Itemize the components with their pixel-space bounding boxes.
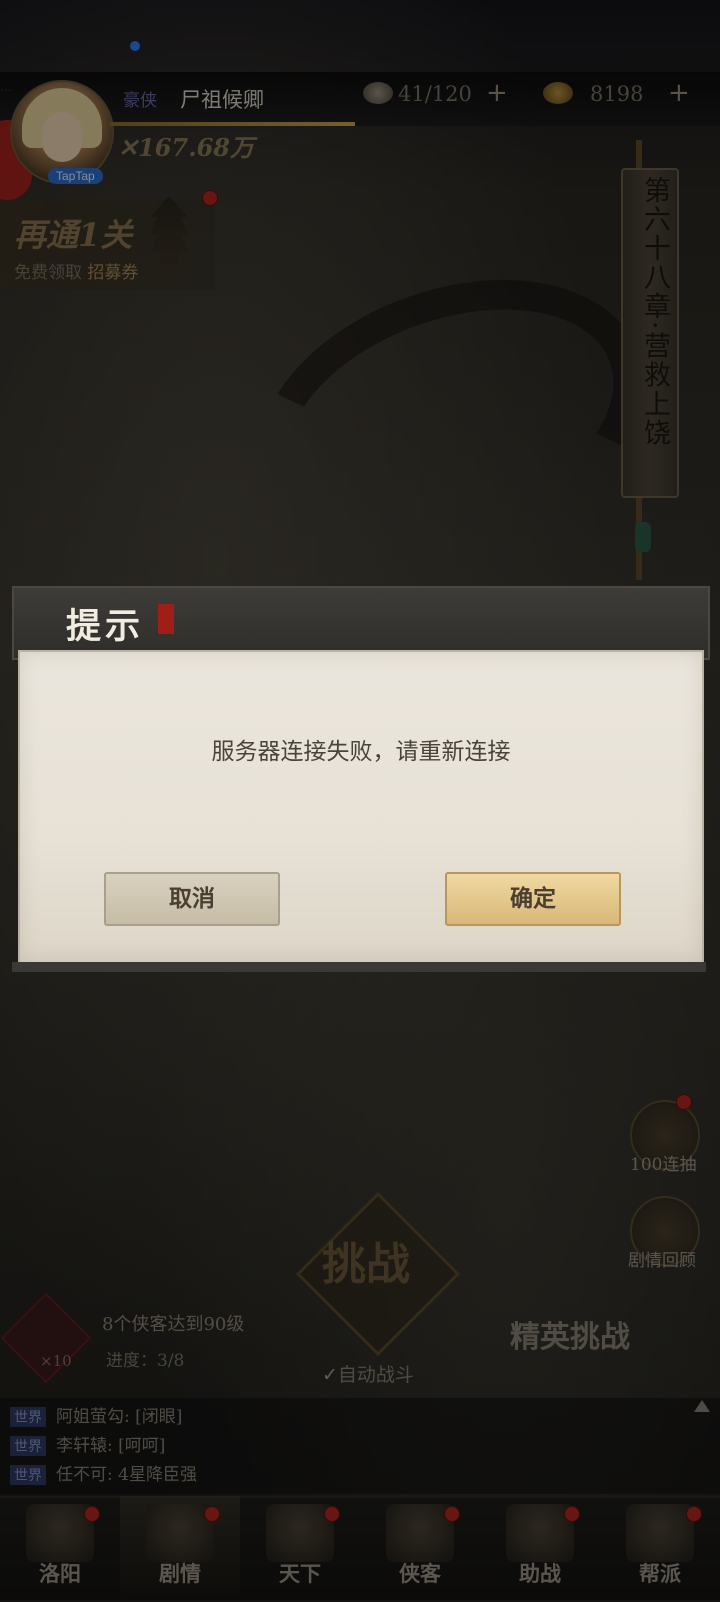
dialog-bottom-edge (12, 962, 706, 972)
dialog-header: 提示 (12, 586, 710, 660)
alert-dialog: 提示 服务器连接失败，请重新连接 取消 确定 (12, 586, 710, 976)
cancel-button[interactable]: 取消 (104, 872, 280, 926)
dialog-body: 服务器连接失败，请重新连接 取消 确定 (18, 650, 704, 964)
confirm-button[interactable]: 确定 (445, 872, 621, 926)
dialog-title: 提示 (66, 606, 145, 647)
red-stamp-icon (158, 604, 174, 634)
dialog-message: 服务器连接失败，请重新连接 (211, 739, 511, 765)
